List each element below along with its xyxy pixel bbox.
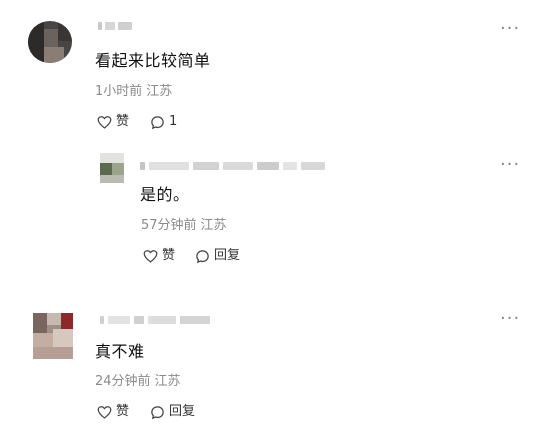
comment-location: 江苏 <box>154 374 181 389</box>
reply-label: 回复 <box>169 404 196 419</box>
like-button[interactable]: 赞 <box>97 404 129 420</box>
avatar[interactable] <box>100 153 124 183</box>
speech-bubble-icon <box>151 405 164 419</box>
reply-button[interactable]: 1 <box>150 114 177 130</box>
avatar[interactable] <box>28 21 72 63</box>
reply-button[interactable]: 回复 <box>150 404 195 420</box>
comment-text: 真不难 <box>95 342 145 361</box>
heart-icon <box>143 250 158 263</box>
comment-time: 24分钟前 <box>95 374 151 389</box>
avatar[interactable] <box>33 313 73 359</box>
more-options-button[interactable]: ··· <box>500 20 520 38</box>
username-blurred[interactable] <box>100 314 210 326</box>
username-blurred[interactable] <box>140 160 325 172</box>
comment-text: 看起来比较简单 <box>95 51 211 70</box>
reply-button[interactable]: 回复 <box>195 248 240 264</box>
more-options-button[interactable]: ··· <box>500 156 520 174</box>
comment-meta: 1小时前 江苏 <box>95 84 172 100</box>
speech-bubble-icon <box>196 249 209 263</box>
comment-time: 1小时前 <box>95 84 143 99</box>
reply-label: 回复 <box>214 248 241 263</box>
comment-text: 是的。 <box>140 185 190 204</box>
comment-location: 江苏 <box>200 218 227 233</box>
comment-location: 江苏 <box>146 84 173 99</box>
more-options-button[interactable]: ··· <box>500 310 520 328</box>
speech-bubble-icon <box>151 115 164 129</box>
comment-meta: 57分钟前 江苏 <box>141 218 227 234</box>
like-label: 赞 <box>116 404 130 419</box>
comment-meta: 24分钟前 江苏 <box>95 374 181 390</box>
heart-icon <box>97 406 112 419</box>
reply-count: 1 <box>169 114 178 129</box>
heart-icon <box>97 116 112 129</box>
like-button[interactable]: 赞 <box>143 248 175 264</box>
comment-time: 57分钟前 <box>141 218 197 233</box>
username-blurred[interactable] <box>98 20 132 32</box>
like-button[interactable]: 赞 <box>97 114 129 130</box>
like-label: 赞 <box>162 248 176 263</box>
like-label: 赞 <box>116 114 130 129</box>
